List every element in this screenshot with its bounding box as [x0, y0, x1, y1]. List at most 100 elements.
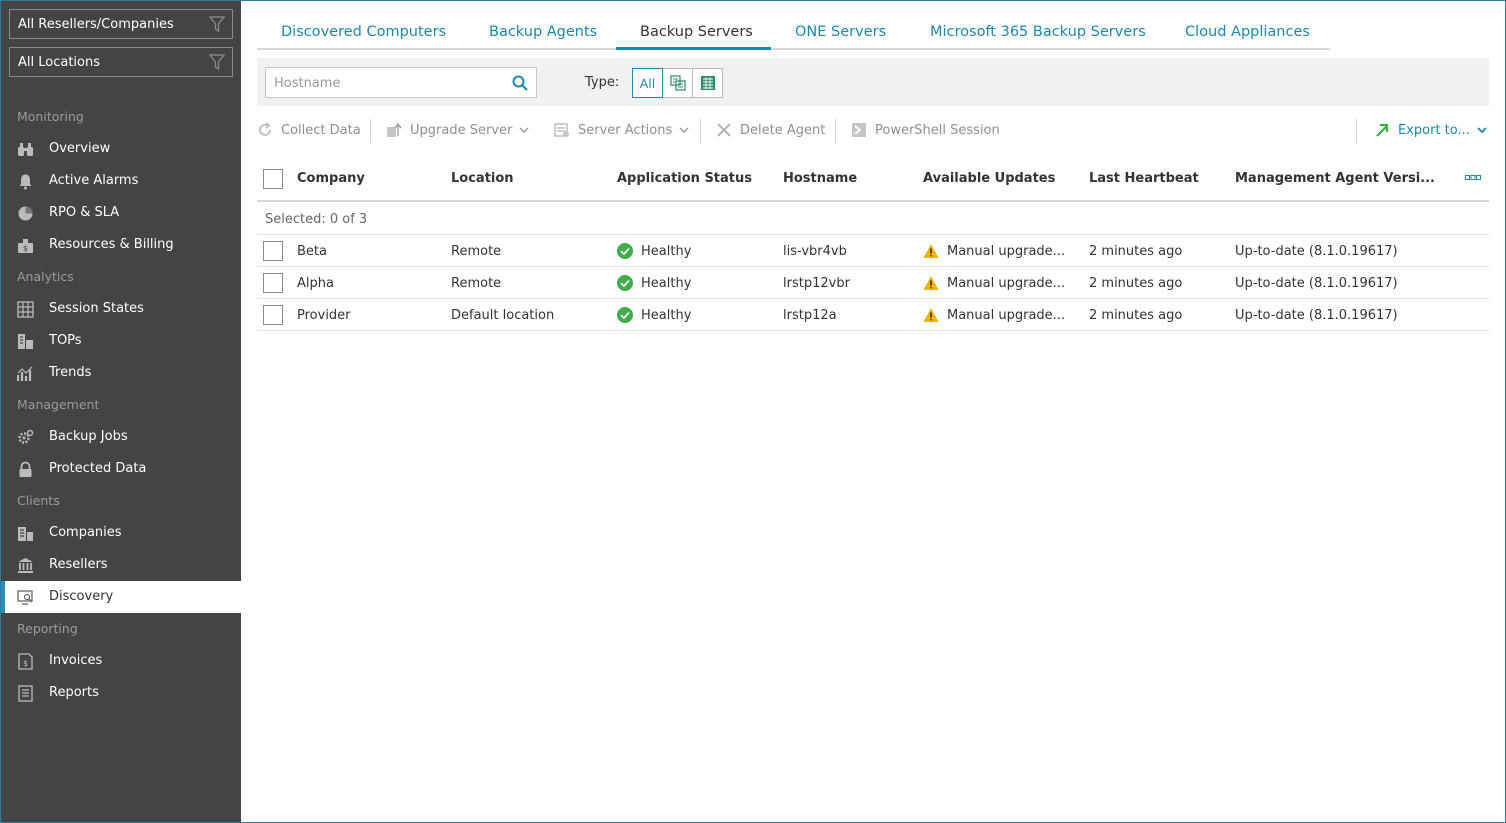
chevron-down-icon: [679, 127, 689, 133]
healthy-check-icon: [617, 243, 633, 259]
discovery-icon: [17, 590, 33, 605]
sidebar-item-label: Protected Data: [49, 461, 147, 476]
delete-agent-label: Delete Agent: [740, 122, 826, 138]
tab-discovered-computers[interactable]: Discovered Computers: [281, 24, 446, 40]
sidebar-item-tops[interactable]: TOPs: [1, 325, 241, 357]
tab-cloud-appliances[interactable]: Cloud Appliances: [1185, 24, 1310, 40]
chevron-down-icon: [519, 127, 529, 133]
collect-data-button[interactable]: Collect Data: [257, 122, 361, 138]
grid-icon: [17, 301, 34, 318]
sidebar-item-label: Resources & Billing: [49, 237, 174, 252]
chevron-down-icon: [1477, 127, 1487, 134]
sidebar-item-resellers[interactable]: Resellers: [1, 549, 241, 581]
sidebar-item-protected-data[interactable]: Protected Data: [1, 453, 241, 485]
svg-text:$: $: [23, 659, 28, 668]
cell-agent-version: Up-to-date (8.1.0.19617): [1235, 244, 1398, 259]
powershell-session-button[interactable]: PowerShell Session: [851, 122, 1000, 138]
column-available-updates[interactable]: Available Updates: [923, 171, 1055, 186]
sidebar-item-companies[interactable]: Companies: [1, 517, 241, 549]
sidebar-item-label: Backup Jobs: [49, 429, 128, 444]
sidebar-item-label: Invoices: [49, 653, 103, 668]
table-row[interactable]: Alpha Remote Healthy lrstp12vbr Manual u…: [257, 267, 1489, 299]
select-all-checkbox[interactable]: [263, 169, 283, 189]
export-button[interactable]: Export to...: [1374, 122, 1487, 138]
column-hostname[interactable]: Hostname: [783, 171, 857, 186]
invoice-icon: $: [18, 653, 33, 670]
sidebar-item-resources-billing[interactable]: $ Resources & Billing: [1, 229, 241, 261]
sidebar-item-label: TOPs: [49, 333, 82, 348]
toolbar: Collect Data Upgrade Server Server Actio…: [257, 116, 1489, 146]
sidebar-item-overview[interactable]: Overview: [1, 133, 241, 165]
table-row[interactable]: Provider Default location Healthy lrstp1…: [257, 299, 1489, 331]
filter-icon[interactable]: [208, 15, 226, 33]
money-icon: $: [18, 239, 33, 253]
toolbar-divider: [700, 119, 701, 143]
tab-backup-servers[interactable]: Backup Servers: [640, 24, 753, 40]
sidebar-item-session-states[interactable]: Session States: [1, 293, 241, 325]
type-server-button[interactable]: [662, 68, 693, 98]
row-checkbox[interactable]: [263, 273, 283, 293]
filter-icon[interactable]: [208, 53, 226, 71]
section-clients: Clients: [17, 493, 60, 508]
row-checkbox[interactable]: [263, 241, 283, 261]
active-tab-indicator: [616, 47, 771, 50]
server-actions-icon: [554, 123, 569, 137]
sidebar-item-reports[interactable]: Reports: [1, 677, 241, 709]
cell-agent-version: Up-to-date (8.1.0.19617): [1235, 308, 1398, 323]
toolbar-divider: [835, 119, 836, 143]
sidebar-item-label: Trends: [49, 365, 92, 380]
delete-agent-button[interactable]: Delete Agent: [716, 122, 825, 138]
sidebar-item-label: Session States: [49, 301, 144, 316]
sidebar-item-label: RPO & SLA: [49, 205, 120, 220]
column-company[interactable]: Company: [297, 171, 365, 186]
type-appliance-button[interactable]: [692, 68, 723, 98]
cell-agent-version: Up-to-date (8.1.0.19617): [1235, 276, 1398, 291]
server-actions-button[interactable]: Server Actions: [554, 122, 689, 138]
cell-hostname: lrstp12a: [783, 308, 837, 323]
server-type-icon: [669, 75, 686, 91]
tab-microsoft-365-backup-servers[interactable]: Microsoft 365 Backup Servers: [930, 24, 1146, 40]
sidebar-item-label: Discovery: [49, 589, 114, 604]
search-input[interactable]: Hostname: [274, 76, 340, 91]
cell-status: Healthy: [641, 244, 692, 259]
server-actions-label: Server Actions: [578, 122, 673, 138]
column-application-status[interactable]: Application Status: [617, 171, 752, 186]
sidebar-item-label: Companies: [49, 525, 122, 540]
sidebar-item-rpo-sla[interactable]: RPO & SLA: [1, 197, 241, 229]
upgrade-server-button[interactable]: Upgrade Server: [386, 122, 529, 138]
tab-backup-agents[interactable]: Backup Agents: [489, 24, 597, 40]
collect-data-label: Collect Data: [281, 122, 361, 138]
cell-status: Healthy: [641, 276, 692, 291]
column-chooser-icon[interactable]: [1465, 174, 1481, 182]
sidebar-item-invoices[interactable]: $ Invoices: [1, 645, 241, 677]
reseller-filter-label: All Resellers/Companies: [18, 17, 174, 32]
trends-icon: [17, 366, 33, 381]
row-checkbox[interactable]: [263, 305, 283, 325]
sidebar-item-trends[interactable]: Trends: [1, 357, 241, 389]
sidebar-item-active-alarms[interactable]: Active Alarms: [1, 165, 241, 197]
reseller-filter[interactable]: All Resellers/Companies: [9, 9, 233, 39]
type-toggle-group: All: [632, 68, 723, 98]
cell-location: Remote: [451, 244, 502, 259]
table-row[interactable]: Beta Remote Healthy lis-vbr4vb Manual up…: [257, 235, 1489, 267]
sidebar-item-discovery[interactable]: Discovery: [1, 581, 242, 613]
sidebar-item-backup-jobs[interactable]: Backup Jobs: [1, 421, 241, 453]
sidebar-item-label: Active Alarms: [49, 173, 139, 188]
hostname-search[interactable]: Hostname: [265, 67, 537, 98]
column-last-heartbeat[interactable]: Last Heartbeat: [1089, 171, 1199, 186]
column-location[interactable]: Location: [451, 171, 514, 186]
gear-icon: [18, 429, 34, 444]
search-icon[interactable]: [511, 74, 529, 92]
table-header: Company Location Application Status Host…: [257, 162, 1489, 202]
location-filter[interactable]: All Locations: [9, 47, 233, 77]
type-label: Type:: [585, 75, 620, 90]
building-icon: [18, 527, 33, 541]
selection-summary: Selected: 0 of 3: [257, 203, 1489, 235]
column-management-agent-version[interactable]: Management Agent Versi...: [1235, 171, 1435, 186]
sidebar: All Resellers/Companies All Locations Mo…: [1, 1, 242, 822]
tab-one-servers[interactable]: ONE Servers: [795, 24, 886, 40]
type-all-button[interactable]: All: [632, 68, 663, 98]
toolbar-divider: [370, 119, 371, 143]
sidebar-item-label: Resellers: [49, 557, 108, 572]
export-arrow-icon: [1376, 123, 1389, 137]
